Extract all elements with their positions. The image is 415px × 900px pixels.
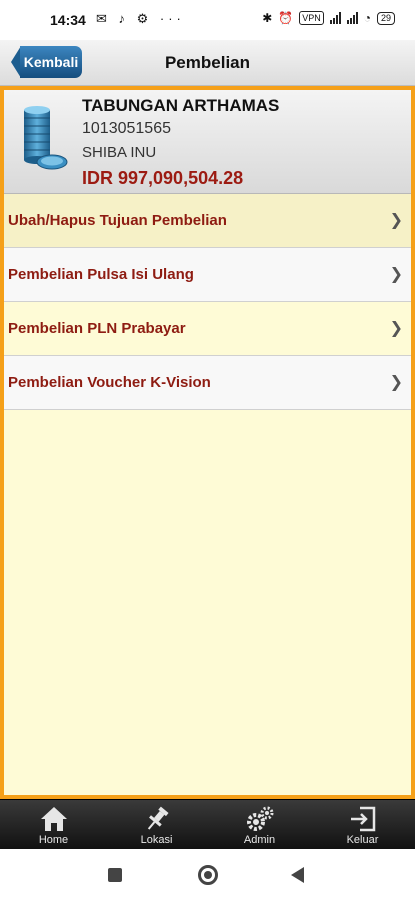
menu-item-label: Ubah/Hapus Tujuan Pembelian <box>8 212 227 229</box>
menu-item-pln[interactable]: Pembelian PLN Prabayar ❯ <box>4 302 411 356</box>
pin-icon <box>147 806 169 830</box>
notification-icons: ✉ ♪ ⚙ ··· <box>96 11 185 26</box>
tab-label: Keluar <box>346 834 379 846</box>
account-balance: IDR 997,090,504.28 <box>82 168 244 188</box>
account-name: TABUNGAN ARTHAMAS <box>82 96 280 115</box>
header-bar: Kembali Pembelian <box>0 40 415 86</box>
account-summary: TABUNGAN ARTHAMAS 1013051565 SHIBA INU I… <box>4 90 411 194</box>
battery-icon: 29 <box>376 11 395 25</box>
chevron-right-icon: ❯ <box>389 374 403 391</box>
tab-keluar[interactable]: Keluar <box>311 800 414 850</box>
content-frame: TABUNGAN ARTHAMAS 1013051565 SHIBA INU I… <box>0 86 415 799</box>
tab-label: Lokasi <box>140 834 173 846</box>
menu-item-label: Pembelian Voucher K-Vision <box>8 374 211 391</box>
status-time: 14:34 <box>50 12 86 28</box>
menu-item-edit-purchase-target[interactable]: Ubah/Hapus Tujuan Pembelian ❯ <box>4 194 411 248</box>
purchase-menu: Ubah/Hapus Tujuan Pembelian ❯ Pembelian … <box>4 194 411 410</box>
tab-admin[interactable]: Admin <box>208 800 311 850</box>
signal-icon-1 <box>329 12 341 24</box>
chevron-right-icon: ❯ <box>389 266 403 283</box>
menu-item-kvision[interactable]: Pembelian Voucher K-Vision ❯ <box>4 356 411 410</box>
tab-home[interactable]: Home <box>2 800 105 850</box>
wifi-icon: ◔ <box>363 11 371 25</box>
tab-label: Admin <box>243 834 276 846</box>
page-title: Pembelian <box>164 53 251 72</box>
menu-item-pulsa[interactable]: Pembelian Pulsa Isi Ulang ❯ <box>4 248 411 302</box>
tab-label: Home <box>38 834 69 846</box>
recents-icon[interactable] <box>108 868 122 882</box>
chevron-right-icon: ❯ <box>389 320 403 337</box>
bluetooth-icon: ✱ <box>262 11 273 25</box>
vpn-icon: VPN <box>299 11 324 25</box>
chevron-right-icon: ❯ <box>389 212 403 229</box>
logout-icon <box>350 806 375 832</box>
back-triangle-icon[interactable] <box>291 867 304 883</box>
signal-icon-2 <box>346 12 358 24</box>
coin-stack-icon <box>24 106 68 170</box>
menu-item-label: Pembelian Pulsa Isi Ulang <box>8 266 194 283</box>
status-bar: 14:34 ✉ ♪ ⚙ ··· ✱ ⏰ VPN ◔ 29 <box>0 0 415 40</box>
home-icon <box>40 807 67 831</box>
gears-icon <box>246 806 273 831</box>
account-holder: SHIBA INU <box>82 144 157 161</box>
system-nav-bar <box>0 849 415 900</box>
menu-item-label: Pembelian PLN Prabayar <box>8 320 186 337</box>
tab-lokasi[interactable]: Lokasi <box>105 800 208 850</box>
home-circle-icon[interactable] <box>198 865 218 885</box>
bottom-tab-bar: Home Lokasi Admin Keluar <box>0 799 415 849</box>
status-right-icons: ✱ ⏰ VPN ◔ 29 <box>262 11 395 25</box>
alarm-icon: ⏰ <box>278 11 294 25</box>
account-number: 1013051565 <box>82 120 171 137</box>
